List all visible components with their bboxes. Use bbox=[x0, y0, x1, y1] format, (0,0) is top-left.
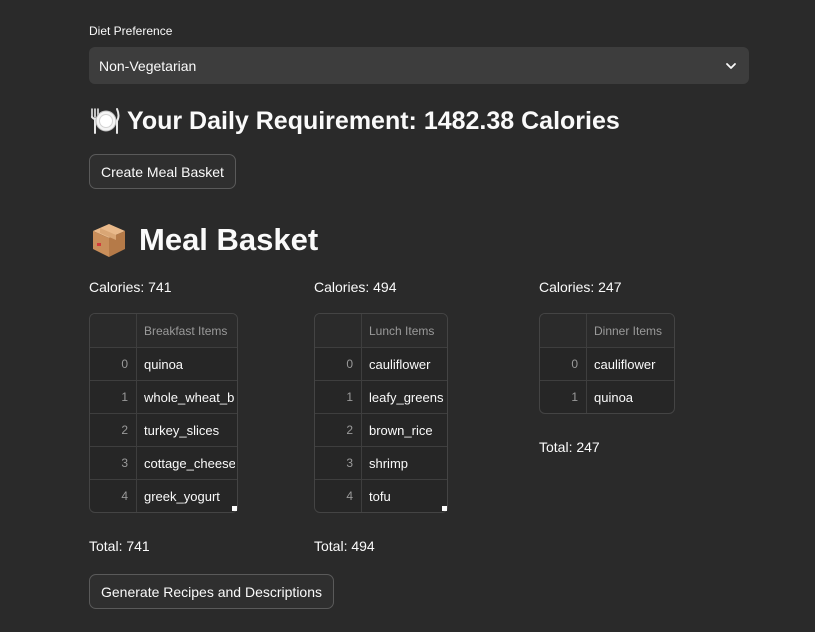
diet-preference-select[interactable]: Non-Vegetarian bbox=[89, 47, 749, 84]
item-cell[interactable]: cauliflower bbox=[362, 348, 445, 380]
item-cell[interactable]: greek_yogurt bbox=[137, 480, 235, 512]
row-index: 2 bbox=[90, 414, 137, 446]
item-cell[interactable]: turkey_slices bbox=[137, 414, 235, 446]
row-index: 4 bbox=[90, 480, 137, 512]
item-cell[interactable]: leafy_greens bbox=[362, 381, 445, 413]
diet-preference-label: Diet Preference bbox=[89, 24, 173, 38]
dinner-items-header[interactable]: Dinner Items bbox=[587, 314, 672, 347]
plate-cutlery-icon bbox=[89, 106, 121, 136]
table-row[interactable]: 1 quinoa bbox=[540, 380, 674, 413]
breakfast-total: Total: 741 bbox=[89, 538, 150, 554]
table-header-row: Lunch Items bbox=[315, 314, 447, 347]
index-header bbox=[90, 314, 137, 347]
breakfast-table[interactable]: Breakfast Items 0 quinoa 1 whole_wheat_b… bbox=[89, 313, 238, 513]
table-row[interactable]: 0 cauliflower bbox=[540, 347, 674, 380]
item-cell[interactable]: quinoa bbox=[587, 381, 672, 413]
table-row[interactable]: 3 shrimp bbox=[315, 446, 447, 479]
dinner-calories: Calories: 247 bbox=[539, 279, 622, 295]
table-row[interactable]: 4 tofu bbox=[315, 479, 447, 512]
item-cell[interactable]: cauliflower bbox=[587, 348, 672, 380]
item-cell[interactable]: quinoa bbox=[137, 348, 235, 380]
table-header-row: Breakfast Items bbox=[90, 314, 237, 347]
row-index: 4 bbox=[315, 480, 362, 512]
lunch-table[interactable]: Lunch Items 0 cauliflower 1 leafy_greens… bbox=[314, 313, 448, 513]
item-cell[interactable]: tofu bbox=[362, 480, 445, 512]
table-header-row: Dinner Items bbox=[540, 314, 674, 347]
index-header bbox=[540, 314, 587, 347]
table-row[interactable]: 0 quinoa bbox=[90, 347, 237, 380]
item-cell[interactable]: cottage_cheese bbox=[137, 447, 235, 479]
table-row[interactable]: 1 leafy_greens bbox=[315, 380, 447, 413]
row-index: 0 bbox=[90, 348, 137, 380]
dinner-total: Total: 247 bbox=[539, 439, 600, 455]
daily-requirement-text: Your Daily Requirement: 1482.38 Calories bbox=[127, 106, 620, 135]
table-row[interactable]: 2 brown_rice bbox=[315, 413, 447, 446]
package-box-icon bbox=[89, 220, 129, 260]
table-row[interactable]: 2 turkey_slices bbox=[90, 413, 237, 446]
row-index: 0 bbox=[540, 348, 587, 380]
table-row[interactable]: 3 cottage_cheese bbox=[90, 446, 237, 479]
table-resize-handle[interactable] bbox=[232, 506, 237, 511]
table-row[interactable]: 1 whole_wheat_b bbox=[90, 380, 237, 413]
table-row[interactable]: 4 greek_yogurt bbox=[90, 479, 237, 512]
row-index: 1 bbox=[90, 381, 137, 413]
item-cell[interactable]: shrimp bbox=[362, 447, 445, 479]
item-cell[interactable]: whole_wheat_b bbox=[137, 381, 235, 413]
item-cell[interactable]: brown_rice bbox=[362, 414, 445, 446]
index-header bbox=[315, 314, 362, 347]
table-row[interactable]: 0 cauliflower bbox=[315, 347, 447, 380]
dinner-table[interactable]: Dinner Items 0 cauliflower 1 quinoa bbox=[539, 313, 675, 414]
meal-basket-heading: Meal Basket bbox=[89, 220, 318, 260]
daily-requirement-heading: Your Daily Requirement: 1482.38 Calories bbox=[89, 106, 620, 136]
row-index: 3 bbox=[315, 447, 362, 479]
lunch-total: Total: 494 bbox=[314, 538, 375, 554]
breakfast-calories: Calories: 741 bbox=[89, 279, 172, 295]
row-index: 1 bbox=[540, 381, 587, 413]
row-index: 1 bbox=[315, 381, 362, 413]
table-resize-handle[interactable] bbox=[442, 506, 447, 511]
breakfast-items-header[interactable]: Breakfast Items bbox=[137, 314, 235, 347]
diet-preference-value: Non-Vegetarian bbox=[99, 57, 197, 74]
row-index: 3 bbox=[90, 447, 137, 479]
meal-basket-title: Meal Basket bbox=[139, 222, 319, 257]
app-page: Diet Preference Non-Vegetarian Your Dail… bbox=[0, 0, 815, 632]
lunch-calories: Calories: 494 bbox=[314, 279, 397, 295]
create-meal-basket-button[interactable]: Create Meal Basket bbox=[89, 154, 236, 189]
row-index: 0 bbox=[315, 348, 362, 380]
row-index: 2 bbox=[315, 414, 362, 446]
generate-recipes-button[interactable]: Generate Recipes and Descriptions bbox=[89, 574, 335, 609]
lunch-items-header[interactable]: Lunch Items bbox=[362, 314, 445, 347]
chevron-down-icon bbox=[723, 58, 739, 74]
